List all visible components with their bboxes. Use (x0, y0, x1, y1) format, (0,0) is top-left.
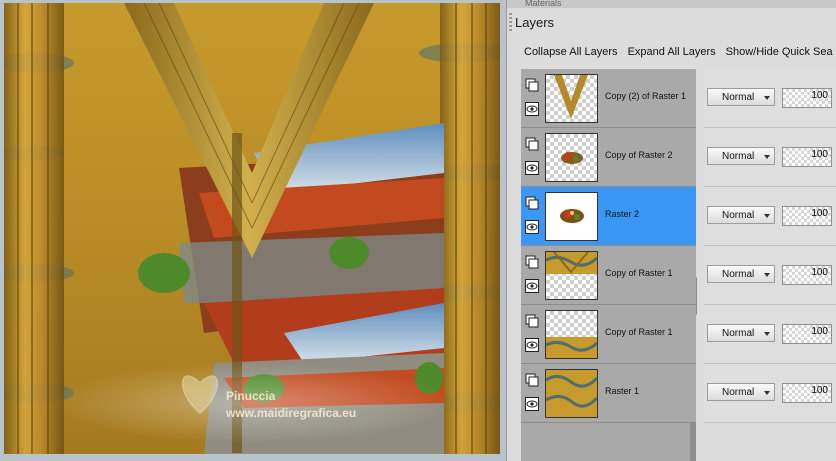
layer-name[interactable]: Copy of Raster 1 (605, 327, 673, 337)
expand-all-layers-button[interactable]: Expand All Layers (628, 40, 716, 64)
layer-row[interactable]: Raster 2 Normal 100 (521, 187, 836, 246)
layer-row-header[interactable]: Copy of Raster 1 (521, 246, 696, 305)
eye-icon[interactable] (525, 102, 539, 116)
chevron-down-icon (764, 332, 770, 336)
chevron-down-icon (764, 273, 770, 277)
chevron-down-icon (764, 96, 770, 100)
opacity-field[interactable]: 100 (782, 324, 832, 344)
eye-icon[interactable] (525, 397, 539, 411)
blend-mode-dropdown[interactable]: Normal (707, 265, 775, 283)
opacity-field[interactable]: 100 (782, 265, 832, 285)
layers-link-icon[interactable] (525, 196, 539, 210)
layers-panel: Materials Layers Collapse All Layers Exp… (506, 0, 836, 461)
chevron-down-icon (764, 214, 770, 218)
blend-mode-value: Normal (722, 387, 755, 398)
show-hide-quick-search-button[interactable]: Show/Hide Quick Sea (726, 40, 833, 64)
chevron-down-icon (764, 391, 770, 395)
layer-properties: Normal 100 (704, 128, 836, 187)
layers-list: Copy (2) of Raster 1 Normal 100 Copy of Ras… (521, 69, 836, 423)
layer-thumbnail[interactable] (545, 310, 598, 359)
blend-mode-dropdown[interactable]: Normal (707, 324, 775, 342)
layer-properties: Normal 100 (704, 305, 836, 364)
blend-mode-value: Normal (722, 92, 755, 103)
opacity-field[interactable]: 100 (782, 147, 832, 167)
blend-mode-value: Normal (722, 269, 755, 280)
layer-row-header[interactable]: Copy (2) of Raster 1 (521, 69, 696, 128)
layer-row[interactable]: Raster 1 Normal 100 (521, 364, 836, 423)
layer-row-header[interactable]: Copy of Raster 1 (521, 305, 696, 364)
blend-mode-dropdown[interactable]: Normal (707, 88, 775, 106)
image-canvas-area[interactable]: Pinuccia www.maidiregrafica.eu (0, 0, 506, 461)
layer-thumbnail[interactable] (545, 133, 598, 182)
blend-mode-value: Normal (722, 328, 755, 339)
opacity-field[interactable]: 100 (782, 383, 832, 403)
layer-name[interactable]: Raster 2 (605, 209, 639, 219)
blend-mode-dropdown[interactable]: Normal (707, 206, 775, 224)
layer-properties: Normal 100 (704, 364, 836, 423)
blend-mode-value: Normal (722, 210, 755, 221)
layer-name[interactable]: Copy (2) of Raster 1 (605, 91, 686, 101)
layer-thumbnail[interactable] (545, 369, 598, 418)
layers-link-icon[interactable] (525, 78, 539, 92)
layers-link-icon[interactable] (525, 314, 539, 328)
panel-grip-icon[interactable] (509, 13, 512, 33)
watermark-url: www.maidiregrafica.eu (225, 406, 356, 420)
layer-row[interactable]: Copy of Raster 2 Normal 100 (521, 128, 836, 187)
layer-thumbnail[interactable] (545, 251, 598, 300)
layer-row[interactable]: Copy of Raster 1 Normal 100 (521, 246, 836, 305)
layer-row-header[interactable]: Copy of Raster 2 (521, 128, 696, 187)
eye-icon[interactable] (525, 338, 539, 352)
layer-name[interactable]: Raster 1 (605, 386, 639, 396)
chevron-down-icon (764, 155, 770, 159)
layer-row-header[interactable]: Raster 2 (521, 187, 696, 246)
layers-toolbar: Collapse All Layers Expand All Layers Sh… (507, 40, 836, 64)
layer-name[interactable]: Copy of Raster 2 (605, 150, 673, 160)
layers-link-icon[interactable] (525, 137, 539, 151)
layer-name[interactable]: Copy of Raster 1 (605, 268, 673, 278)
layers-link-icon[interactable] (525, 373, 539, 387)
materials-panel-edge[interactable]: Materials (507, 0, 836, 8)
opacity-field[interactable]: 100 (782, 206, 832, 226)
layer-row[interactable]: Copy of Raster 1 Normal 100 (521, 305, 836, 364)
layer-properties: Normal 100 (704, 246, 836, 305)
watermark-name: Pinuccia (226, 389, 276, 403)
panel-title: Layers (515, 15, 555, 30)
layer-thumbnail[interactable] (545, 192, 598, 241)
layer-thumbnail[interactable] (545, 74, 598, 123)
layers-list-empty-area (521, 423, 690, 461)
layer-row-header[interactable]: Raster 1 (521, 364, 696, 423)
blend-mode-dropdown[interactable]: Normal (707, 147, 775, 165)
eye-icon[interactable] (525, 220, 539, 234)
eye-icon[interactable] (525, 161, 539, 175)
collapse-all-layers-button[interactable]: Collapse All Layers (524, 40, 618, 64)
blend-mode-value: Normal (722, 151, 755, 162)
blend-mode-dropdown[interactable]: Normal (707, 383, 775, 401)
layer-properties: Normal 100 (704, 69, 836, 128)
eye-icon[interactable] (525, 279, 539, 293)
layers-link-icon[interactable] (525, 255, 539, 269)
layer-properties: Normal 100 (704, 187, 836, 246)
layer-row[interactable]: Copy (2) of Raster 1 Normal 100 (521, 69, 836, 128)
opacity-field[interactable]: 100 (782, 88, 832, 108)
document-canvas[interactable]: Pinuccia www.maidiregrafica.eu (4, 3, 500, 454)
canvas-artwork: Pinuccia www.maidiregrafica.eu (4, 3, 500, 454)
